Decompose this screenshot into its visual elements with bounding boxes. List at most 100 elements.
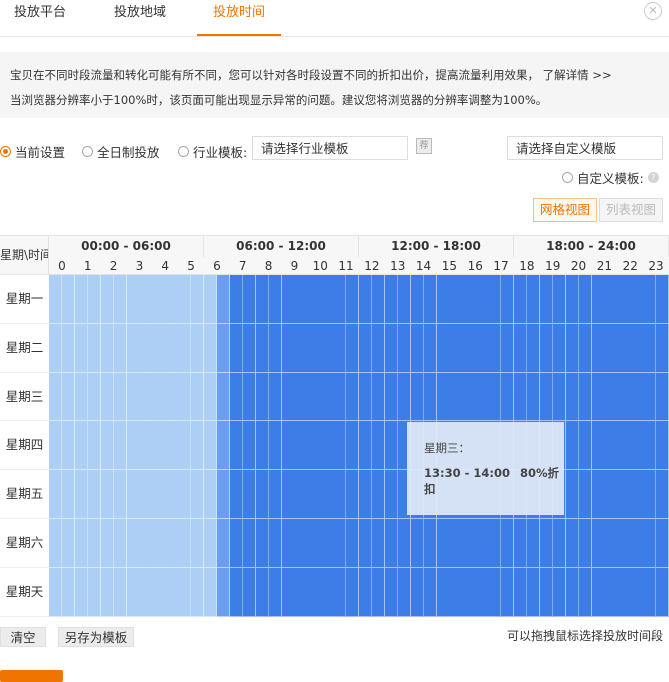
custom-template-select[interactable]: 请选择自定义模版 [507, 136, 663, 160]
time-slot-cell[interactable] [61, 372, 76, 422]
time-slot-cell[interactable] [268, 567, 282, 617]
time-slot-cell[interactable] [61, 323, 76, 373]
tab-region[interactable]: 投放地域 [114, 0, 166, 34]
time-slot-cell[interactable] [204, 519, 218, 568]
time-slot-cell[interactable] [617, 421, 631, 471]
confirm-button[interactable] [0, 670, 63, 682]
time-slot-cell[interactable] [242, 421, 257, 471]
time-slot-cell[interactable] [165, 421, 179, 471]
time-slot-cell[interactable] [397, 567, 412, 617]
time-slot-cell[interactable] [178, 519, 192, 568]
time-slot-cell[interactable] [139, 421, 153, 471]
time-slot-cell[interactable] [268, 519, 282, 568]
time-slot-cell[interactable] [384, 372, 399, 422]
time-slot-cell[interactable] [74, 421, 89, 471]
time-slot-cell[interactable] [320, 372, 334, 422]
time-slot-cell[interactable] [656, 470, 669, 519]
time-slot-cell[interactable] [178, 323, 192, 373]
time-slot-cell[interactable] [152, 323, 166, 373]
time-slot-cell[interactable] [165, 323, 179, 373]
time-slot-cell[interactable] [126, 567, 140, 617]
tab-platform[interactable]: 投放平台 [14, 0, 66, 34]
time-slot-cell[interactable] [307, 567, 321, 617]
time-slot-cell[interactable] [488, 567, 502, 617]
time-slot-cell[interactable] [255, 470, 269, 519]
time-slot-cell[interactable] [371, 567, 386, 617]
time-slot-cell[interactable] [87, 372, 102, 422]
time-slot-cell[interactable] [565, 470, 579, 519]
time-slot-cell[interactable] [359, 421, 373, 471]
time-slot-cell[interactable] [630, 567, 644, 617]
time-slot-cell[interactable] [501, 567, 515, 617]
time-slot-cell[interactable] [165, 275, 179, 324]
time-slot-cell[interactable] [501, 323, 515, 373]
time-slot-cell[interactable] [552, 323, 567, 373]
time-slot-cell[interactable] [436, 519, 450, 568]
time-slot-cell[interactable] [229, 470, 244, 519]
time-slot-cell[interactable] [656, 567, 669, 617]
time-slot-cell[interactable] [384, 567, 399, 617]
save-as-template-button[interactable]: 另存为模板 [58, 627, 134, 647]
time-slot-cell[interactable] [216, 519, 231, 568]
time-slot-cell[interactable] [604, 323, 618, 373]
time-slot-cell[interactable] [100, 275, 114, 324]
time-slot-cell[interactable] [216, 275, 231, 324]
time-slot-cell[interactable] [656, 323, 669, 373]
time-slot-cell[interactable] [604, 567, 618, 617]
time-slot-cell[interactable] [371, 470, 386, 519]
time-slot-cell[interactable] [178, 275, 192, 324]
time-slot-cell[interactable] [307, 421, 321, 471]
time-slot-cell[interactable] [526, 567, 541, 617]
time-slot-cell[interactable] [423, 567, 437, 617]
time-slot-cell[interactable] [539, 323, 554, 373]
time-slot-cell[interactable] [268, 421, 282, 471]
time-slot-cell[interactable] [320, 275, 334, 324]
time-slot-cell[interactable] [255, 372, 269, 422]
time-slot-cell[interactable] [462, 323, 476, 373]
time-slot-cell[interactable] [591, 519, 605, 568]
time-slot-cell[interactable] [656, 421, 669, 471]
time-slot-cell[interactable] [539, 372, 554, 422]
time-slot-cell[interactable] [643, 372, 657, 422]
time-slot-cell[interactable] [346, 519, 360, 568]
time-slot-cell[interactable] [449, 323, 463, 373]
time-slot-cell[interactable] [514, 567, 528, 617]
time-slot-cell[interactable] [307, 323, 321, 373]
time-slot-cell[interactable] [630, 372, 644, 422]
time-slot-cell[interactable] [139, 323, 153, 373]
time-slot-cell[interactable] [384, 275, 399, 324]
time-slot-cell[interactable] [475, 567, 489, 617]
time-slot-cell[interactable] [488, 519, 502, 568]
time-slot-cell[interactable] [423, 372, 437, 422]
time-slot-cell[interactable] [539, 567, 554, 617]
time-slot-cell[interactable] [268, 275, 282, 324]
close-icon[interactable]: ✕ [644, 2, 662, 20]
time-slot-cell[interactable] [139, 275, 153, 324]
time-slot-cell[interactable] [604, 519, 618, 568]
time-slot-cell[interactable] [61, 421, 76, 471]
time-slot-cell[interactable] [333, 519, 347, 568]
time-slot-cell[interactable] [630, 421, 644, 471]
time-slot-cell[interactable] [320, 421, 334, 471]
time-slot-cell[interactable] [333, 372, 347, 422]
time-slot-cell[interactable] [552, 372, 567, 422]
time-slot-cell[interactable] [126, 470, 140, 519]
time-slot-cell[interactable] [165, 470, 179, 519]
time-slot-cell[interactable] [371, 421, 386, 471]
time-slot-cell[interactable] [242, 323, 257, 373]
time-slot-cell[interactable] [126, 519, 140, 568]
time-slot-cell[interactable] [604, 421, 618, 471]
time-slot-cell[interactable] [74, 275, 89, 324]
time-slot-cell[interactable] [49, 470, 63, 519]
time-slot-cell[interactable] [578, 275, 592, 324]
time-slot-cell[interactable] [617, 275, 631, 324]
time-slot-cell[interactable] [488, 323, 502, 373]
time-slot-cell[interactable] [268, 372, 282, 422]
time-slot-cell[interactable] [100, 567, 114, 617]
time-slot-cell[interactable] [630, 275, 644, 324]
time-slot-cell[interactable] [152, 470, 166, 519]
time-slot-cell[interactable] [617, 470, 631, 519]
time-slot-cell[interactable] [100, 421, 114, 471]
time-slot-cell[interactable] [384, 421, 399, 471]
time-slot-cell[interactable] [87, 421, 102, 471]
